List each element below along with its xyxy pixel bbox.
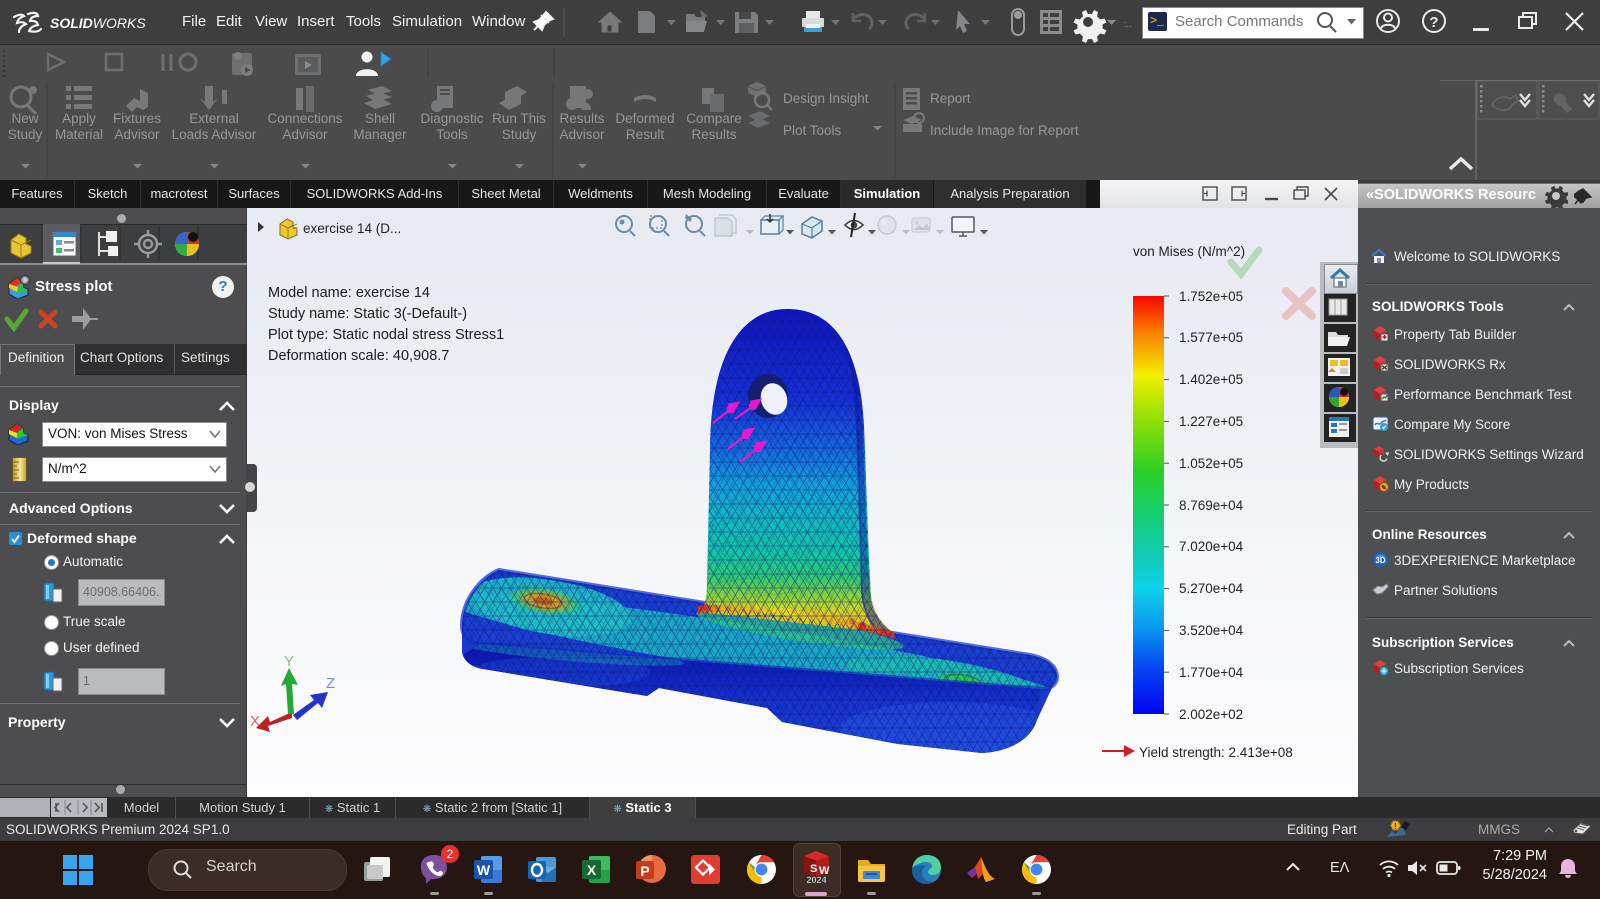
- svg-text:2: 2: [447, 847, 454, 861]
- svg-text:1.402e+05: 1.402e+05: [1179, 372, 1243, 387]
- svg-text:Run This: Run This: [492, 111, 546, 126]
- svg-text:P: P: [640, 863, 649, 879]
- svg-text:Z: Z: [326, 675, 335, 692]
- svg-text:Yield strength: 2.413e+08: Yield strength: 2.413e+08: [1139, 745, 1293, 760]
- svg-text:2024: 2024: [806, 875, 826, 885]
- svg-text:Compare: Compare: [686, 111, 742, 126]
- svg-text:Results: Results: [559, 111, 604, 126]
- svg-text:Y: Y: [284, 653, 294, 670]
- svg-text:8.769e+04: 8.769e+04: [1179, 498, 1244, 513]
- svg-text:Fixtures: Fixtures: [113, 111, 161, 126]
- svg-text:3D: 3D: [1375, 556, 1385, 565]
- svg-text:Shell: Shell: [365, 111, 395, 126]
- svg-text:1.052e+05: 1.052e+05: [1179, 456, 1243, 471]
- svg-text:Include Image for Report: Include Image for Report: [930, 123, 1079, 138]
- svg-text:Model name: exercise 14: Model name: exercise 14: [268, 285, 430, 301]
- svg-text:3.520e+04: 3.520e+04: [1179, 623, 1244, 638]
- svg-text:?: ?: [1429, 14, 1438, 31]
- svg-text:Plot type: Static nodal stress: Plot type: Static nodal stress Stress1: [268, 327, 504, 343]
- svg-text:1.770e+04: 1.770e+04: [1179, 665, 1244, 680]
- svg-text:5.270e+04: 5.270e+04: [1179, 581, 1244, 596]
- svg-text:Deformation scale: 40,908.7: Deformation scale: 40,908.7: [268, 348, 449, 364]
- svg-text:Design Insight: Design Insight: [783, 91, 869, 106]
- svg-text:Report: Report: [930, 91, 971, 106]
- svg-text:Loads Advisor: Loads Advisor: [172, 127, 257, 142]
- svg-text:Apply: Apply: [62, 111, 96, 126]
- svg-text:External: External: [189, 111, 239, 126]
- svg-text:X: X: [587, 862, 597, 878]
- svg-text:Study: Study: [8, 127, 43, 142]
- svg-text:S: S: [810, 863, 817, 875]
- svg-text:Result: Result: [626, 127, 665, 142]
- svg-text:Material: Material: [55, 127, 103, 142]
- svg-text:1.227e+05: 1.227e+05: [1179, 414, 1243, 429]
- svg-text:von Mises (N/m^2): von Mises (N/m^2): [1133, 244, 1245, 259]
- svg-text:exercise 14 (D...: exercise 14 (D...: [303, 221, 401, 236]
- svg-text:Study: Study: [502, 127, 537, 142]
- svg-text:Advisor: Advisor: [559, 127, 605, 142]
- svg-text:7.020e+04: 7.020e+04: [1179, 539, 1244, 554]
- svg-text:X: X: [250, 713, 260, 730]
- svg-text:W: W: [477, 862, 491, 878]
- svg-text:!: !: [1394, 822, 1397, 831]
- svg-text:✎: ✎: [1381, 484, 1387, 492]
- svg-text:Plot Tools: Plot Tools: [783, 123, 842, 138]
- svg-text:1.752e+05: 1.752e+05: [1179, 289, 1243, 304]
- svg-text:Manager: Manager: [353, 127, 407, 142]
- svg-text:Connections: Connections: [267, 111, 342, 126]
- svg-text:2.002e+02: 2.002e+02: [1179, 707, 1243, 722]
- svg-text:Results: Results: [691, 127, 736, 142]
- svg-text:Diagnostic: Diagnostic: [420, 111, 483, 126]
- svg-text:Study name: Static 3(-Default-: Study name: Static 3(-Default-): [268, 306, 467, 322]
- svg-text:1.577e+05: 1.577e+05: [1179, 330, 1243, 345]
- svg-text:Deformed: Deformed: [615, 111, 674, 126]
- svg-text:Advisor: Advisor: [282, 127, 328, 142]
- svg-text::..: :..: [1124, 19, 1132, 29]
- svg-text:Tools: Tools: [436, 127, 468, 142]
- svg-text:Advisor: Advisor: [114, 127, 160, 142]
